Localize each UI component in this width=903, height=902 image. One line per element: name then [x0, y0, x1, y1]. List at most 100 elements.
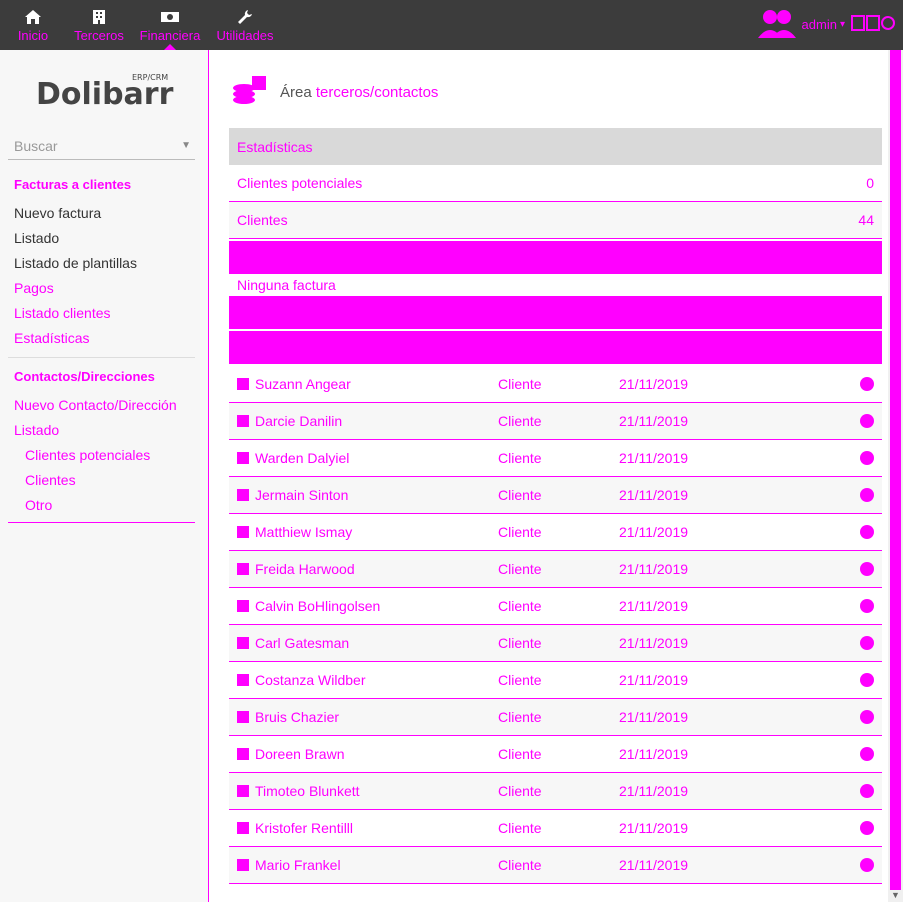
customer-name-cell[interactable]: Costanza Wildber	[237, 672, 366, 688]
table-header: Estadísticas	[229, 128, 882, 165]
table-row[interactable]: Freida Harwood Cliente 21/11/2019	[229, 551, 882, 588]
chevron-down-icon: ▼	[181, 140, 191, 151]
company-icon	[237, 526, 249, 538]
no-invoice-row: Ninguna factura	[229, 276, 882, 294]
company-icon	[237, 822, 249, 834]
table-row[interactable]: Kristofer Rentilll Cliente 21/11/2019	[229, 810, 882, 847]
company-icon	[237, 674, 249, 686]
customer-name-cell[interactable]: Mario Frankel	[237, 857, 341, 873]
customer-name: Calvin BoHlingolsen	[255, 598, 381, 614]
tab-financiera[interactable]: Financiera	[132, 0, 208, 50]
menu-item-list[interactable]: Listado	[8, 226, 195, 251]
menu-subitem-customers[interactable]: Clientes	[8, 468, 195, 493]
customer-name-cell[interactable]: Kristofer Rentilll	[237, 820, 353, 836]
menu-subitem-prospects[interactable]: Clientes potenciales	[8, 443, 195, 468]
menu-item-contact-list[interactable]: Listado	[8, 418, 195, 443]
table-row[interactable]: Matthiew Ismay Cliente 21/11/2019	[229, 514, 882, 551]
highlight-bar	[229, 296, 882, 329]
customer-name-cell[interactable]: Warden Dalyiel	[237, 450, 349, 466]
page-title-text: terceros/contactos	[315, 84, 439, 101]
company-icon	[237, 563, 249, 575]
table-row[interactable]: Suzann Angear Cliente 21/11/2019	[229, 366, 882, 403]
company-icon	[237, 711, 249, 723]
customer-name: Freida Harwood	[255, 561, 355, 577]
table-row[interactable]: Timoteo Blunkett Cliente 21/11/2019	[229, 773, 882, 810]
table-row[interactable]: Mario Frankel Cliente 21/11/2019	[229, 847, 882, 884]
status-dot-icon	[860, 414, 874, 428]
customer-name-cell[interactable]: Timoteo Blunkett	[237, 783, 360, 799]
status-dot-icon	[860, 488, 874, 502]
sidebar: Dolibarr ERP/CRM Buscar ▼ Facturas a clie…	[0, 50, 209, 902]
menu-section-title[interactable]: Contactos/Direcciones	[8, 364, 195, 389]
tab-terceros[interactable]: Terceros	[66, 0, 132, 50]
no-invoice-text: Ninguna factura	[237, 277, 336, 293]
tab-inicio[interactable]: Inicio	[0, 0, 66, 50]
wrench-icon	[235, 8, 255, 26]
tab-label: Terceros	[74, 28, 124, 43]
menu-item-new-invoice[interactable]: Nuevo factura	[8, 201, 195, 226]
print-icon[interactable]	[851, 14, 895, 35]
customer-name: Matthiew Ismay	[255, 524, 353, 540]
table-row[interactable]: Darcie Danilin Cliente 21/11/2019	[229, 403, 882, 440]
customer-name: Jermain Sinton	[255, 487, 349, 503]
customer-date: 21/11/2019	[619, 820, 689, 836]
user-menu[interactable]: admin ▾	[757, 8, 895, 41]
customer-type: Cliente	[498, 672, 542, 688]
customer-name-cell[interactable]: Doreen Brawn	[237, 746, 345, 762]
menu-subitem-other[interactable]: Otro	[8, 493, 195, 518]
table-row[interactable]: Carl Gatesman Cliente 21/11/2019	[229, 625, 882, 662]
menu-item-new-contact[interactable]: Nuevo Contacto/Dirección	[8, 393, 195, 418]
menu-item-customers-list[interactable]: Listado clientes	[8, 301, 195, 326]
highlight-bar	[229, 241, 882, 274]
scroll-down-icon[interactable]: ▼	[891, 890, 900, 900]
customer-name-cell[interactable]: Jermain Sinton	[237, 487, 348, 503]
table-row[interactable]: Doreen Brawn Cliente 21/11/2019	[229, 736, 882, 773]
table-row[interactable]: Calvin BoHlingolsen Cliente 21/11/2019	[229, 588, 882, 625]
stat-row[interactable]: Clientes 44	[229, 202, 882, 239]
customer-name-cell[interactable]: Matthiew Ismay	[237, 524, 352, 540]
svg-text:Dolibarr: Dolibarr	[36, 77, 174, 112]
table-row[interactable]: Warden Dalyiel Cliente 21/11/2019	[229, 440, 882, 477]
dolibarr-logo[interactable]: Dolibarr ERP/CRM	[36, 72, 176, 112]
company-icon	[237, 378, 249, 390]
customer-name-cell[interactable]: Darcie Danilin	[237, 413, 342, 429]
status-dot-icon	[860, 636, 874, 650]
customer-name: Mario Frankel	[255, 857, 341, 873]
money-icon	[160, 8, 180, 26]
scrollbar[interactable]: ▼	[888, 50, 903, 902]
company-icon	[237, 785, 249, 797]
customer-name-cell[interactable]: Carl Gatesman	[237, 635, 349, 651]
status-dot-icon	[860, 377, 874, 391]
customer-name-cell[interactable]: Suzann Angear	[237, 376, 351, 392]
tab-label: Inicio	[17, 28, 49, 43]
company-icon	[237, 859, 249, 871]
menu-section-title[interactable]: Facturas a clientes	[8, 172, 195, 197]
table-row[interactable]: Jermain Sinton Cliente 21/11/2019	[229, 477, 882, 514]
customer-date: 21/11/2019	[619, 746, 689, 762]
scrollbar-thumb[interactable]	[890, 50, 901, 890]
table-row[interactable]: Costanza Wildber Cliente 21/11/2019	[229, 662, 882, 699]
customer-name-cell[interactable]: Calvin BoHlingolsen	[237, 598, 380, 614]
customer-type: Cliente	[498, 487, 542, 503]
customer-type: Cliente	[498, 524, 542, 540]
menu-item-payments[interactable]: Pagos	[8, 276, 195, 301]
status-dot-icon	[860, 599, 874, 613]
customer-name: Darcie Danilin	[255, 413, 343, 429]
highlight-bar	[229, 331, 882, 364]
customer-type: Cliente	[498, 413, 542, 429]
customer-type: Cliente	[498, 561, 542, 577]
stat-row[interactable]: Clientes potenciales 0	[229, 165, 882, 202]
customer-date: 21/11/2019	[619, 561, 689, 577]
status-dot-icon	[860, 821, 874, 835]
table-row[interactable]: Bruis Chazier Cliente 21/11/2019	[229, 699, 882, 736]
status-dot-icon	[860, 784, 874, 798]
customer-name-cell[interactable]: Bruis Chazier	[237, 709, 339, 725]
menu-item-templates[interactable]: Listado de plantillas	[8, 251, 195, 276]
customer-name-cell[interactable]: Freida Harwood	[237, 561, 355, 577]
customer-date: 21/11/2019	[619, 376, 689, 392]
tab-utilidades[interactable]: Utilidades	[208, 0, 282, 50]
menu-item-statistics[interactable]: Estadísticas	[8, 326, 195, 351]
search-input[interactable]: Buscar ▼	[8, 132, 195, 160]
stat-value: 44	[858, 212, 874, 228]
menu-divider	[8, 522, 195, 523]
